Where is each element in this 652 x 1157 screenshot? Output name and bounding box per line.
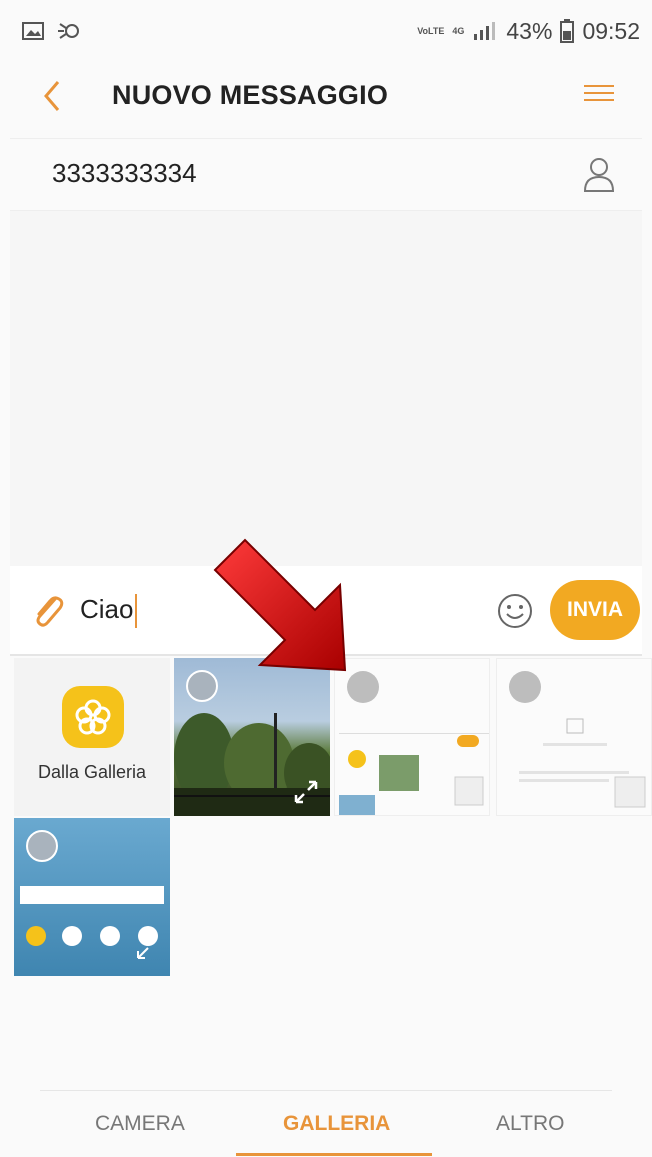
emoji-icon[interactable] — [496, 592, 534, 630]
status-bar: VoLTE 4G 43% 09:52 — [0, 0, 652, 62]
expand-icon[interactable] — [292, 778, 320, 806]
signal-icon — [474, 22, 496, 40]
battery-icon — [560, 19, 575, 43]
recipient-field[interactable]: 3333333334 — [52, 158, 197, 189]
volte-indicator: VoLTE — [417, 25, 445, 36]
send-button[interactable]: INVIA — [550, 580, 640, 640]
header-divider — [10, 138, 642, 139]
clock: 09:52 — [582, 17, 640, 44]
attachment-icon[interactable] — [30, 590, 66, 630]
gallery-homescreen-tile[interactable] — [14, 818, 170, 976]
menu-button[interactable] — [584, 80, 614, 110]
status-right: VoLTE 4G 43% 09:52 — [417, 18, 640, 45]
message-input[interactable]: Ciao — [80, 594, 138, 629]
tab-galleria[interactable]: GALLERIA — [283, 1112, 390, 1136]
tab-altro[interactable]: ALTRO — [496, 1112, 564, 1136]
network-type-indicator: 4G — [452, 25, 465, 36]
gallery-app-icon — [62, 686, 124, 748]
screen: VoLTE 4G 43% 09:52 NUOVO MESSAGGIO 33333… — [0, 0, 652, 1157]
active-tab-indicator — [236, 1153, 432, 1156]
menu-icon-line — [584, 92, 614, 94]
contact-icon[interactable] — [582, 155, 616, 193]
from-gallery-label: Dalla Galleria — [37, 762, 147, 782]
select-circle[interactable] — [509, 671, 541, 703]
back-button[interactable] — [40, 78, 76, 114]
gallery-screenshot-tile[interactable] — [496, 658, 652, 816]
tab-camera[interactable]: CAMERA — [95, 1112, 185, 1136]
tabs-divider — [40, 1090, 612, 1091]
sync-notification-icon — [58, 23, 79, 39]
message-text: Ciao — [80, 594, 134, 624]
gallery-photo-tile[interactable] — [174, 658, 330, 816]
gallery-screenshot-tile[interactable] — [334, 658, 490, 816]
status-left — [22, 20, 82, 42]
conversation-area — [10, 211, 642, 566]
chevron-left-icon — [44, 81, 60, 111]
menu-icon-line — [584, 85, 614, 87]
flower-icon — [75, 699, 111, 735]
image-notification-icon — [22, 22, 44, 40]
menu-icon-line — [584, 99, 614, 101]
red-arrow-annotation — [213, 538, 347, 672]
select-circle[interactable] — [26, 830, 58, 862]
from-gallery-tile[interactable]: Dalla Galleria — [14, 658, 170, 816]
text-caret — [135, 594, 138, 629]
battery-percentage: 43% — [506, 17, 553, 44]
page-title: NUOVO MESSAGGIO — [112, 80, 389, 110]
